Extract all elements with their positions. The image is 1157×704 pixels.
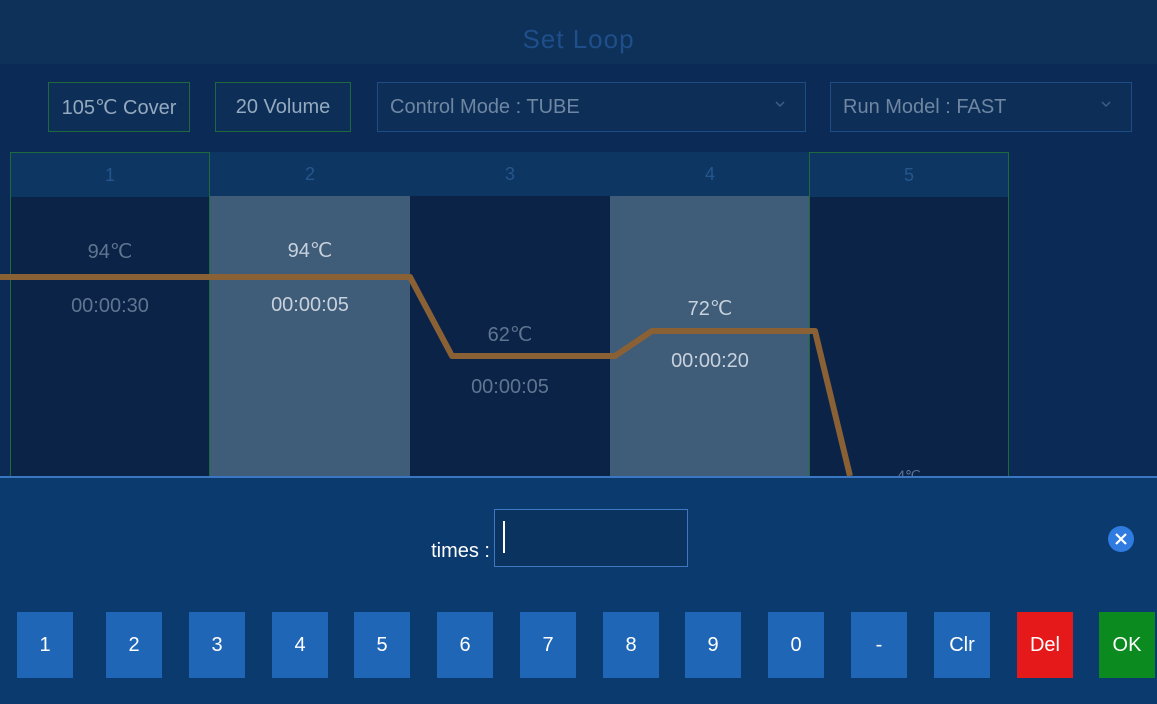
numeric-keypad: 1 2 3 4 5 6 7 8 9 0 - Clr Del OK <box>0 612 1157 678</box>
step-body: 4℃ <box>810 197 1008 483</box>
step-number: 5 <box>810 153 1008 197</box>
times-label: times : <box>431 540 490 562</box>
title-bar: Set Loop <box>0 0 1157 64</box>
chevron-down-icon <box>1101 101 1111 108</box>
step-duration: 00:00:20 <box>671 350 749 372</box>
chevron-down-icon <box>775 101 785 108</box>
text-cursor <box>503 521 505 553</box>
step-duration: 00:00:30 <box>71 295 149 317</box>
ok-button[interactable]: OK <box>1099 612 1155 678</box>
step-duration: 00:00:05 <box>471 376 549 398</box>
page-title: Set Loop <box>522 24 635 54</box>
key-2[interactable]: 2 <box>106 612 162 678</box>
times-input[interactable] <box>494 509 688 567</box>
step-5[interactable]: 5 4℃ <box>809 152 1009 483</box>
cover-temperature-button[interactable]: 105℃ Cover <box>48 82 190 132</box>
key-1[interactable]: 1 <box>17 612 73 678</box>
step-body: 94℃ 00:00:05 <box>210 196 410 476</box>
run-model-select[interactable]: Run Model : FAST <box>830 82 1132 132</box>
step-number: 1 <box>11 153 209 197</box>
run-model-value: Run Model : FAST <box>843 95 1007 118</box>
step-4[interactable]: 4 72℃ 00:00:20 <box>610 152 810 476</box>
step-temperature: 94℃ <box>87 241 133 263</box>
key-8[interactable]: 8 <box>603 612 659 678</box>
step-number: 2 <box>210 152 410 196</box>
clear-button[interactable]: Clr <box>934 612 990 678</box>
step-1[interactable]: 1 94℃ 00:00:30 <box>10 152 210 477</box>
key-5[interactable]: 5 <box>354 612 410 678</box>
key-3[interactable]: 3 <box>189 612 245 678</box>
control-mode-select[interactable]: Control Mode : TUBE <box>377 82 806 132</box>
app-window: Set Loop 105℃ Cover 20 Volume Control Mo… <box>0 0 1157 704</box>
loop-times-dialog: times : 1 2 3 4 5 6 7 8 9 0 - Clr Del OK <box>0 476 1157 704</box>
key-minus[interactable]: - <box>851 612 907 678</box>
close-button[interactable] <box>1108 526 1134 552</box>
step-list: 1 94℃ 00:00:30 2 94℃ 00:00:05 3 62℃ 00:0… <box>10 152 1020 483</box>
step-2[interactable]: 2 94℃ 00:00:05 <box>210 152 410 476</box>
key-7[interactable]: 7 <box>520 612 576 678</box>
step-temperature: 62℃ <box>487 324 533 346</box>
key-6[interactable]: 6 <box>437 612 493 678</box>
key-0[interactable]: 0 <box>768 612 824 678</box>
step-body: 72℃ 00:00:20 <box>610 196 810 476</box>
control-mode-value: Control Mode : TUBE <box>390 95 580 118</box>
step-number: 3 <box>410 152 610 196</box>
volume-button[interactable]: 20 Volume <box>215 82 351 132</box>
step-duration: 00:00:05 <box>271 294 349 316</box>
step-temperature: 72℃ <box>687 298 733 320</box>
step-body: 62℃ 00:00:05 <box>410 196 610 476</box>
step-body: 94℃ 00:00:30 <box>11 197 209 477</box>
step-3[interactable]: 3 62℃ 00:00:05 <box>410 152 610 476</box>
step-temperature: 94℃ <box>287 240 333 262</box>
step-number: 4 <box>610 152 810 196</box>
delete-button[interactable]: Del <box>1017 612 1073 678</box>
key-4[interactable]: 4 <box>272 612 328 678</box>
key-9[interactable]: 9 <box>685 612 741 678</box>
close-icon <box>1115 533 1127 545</box>
